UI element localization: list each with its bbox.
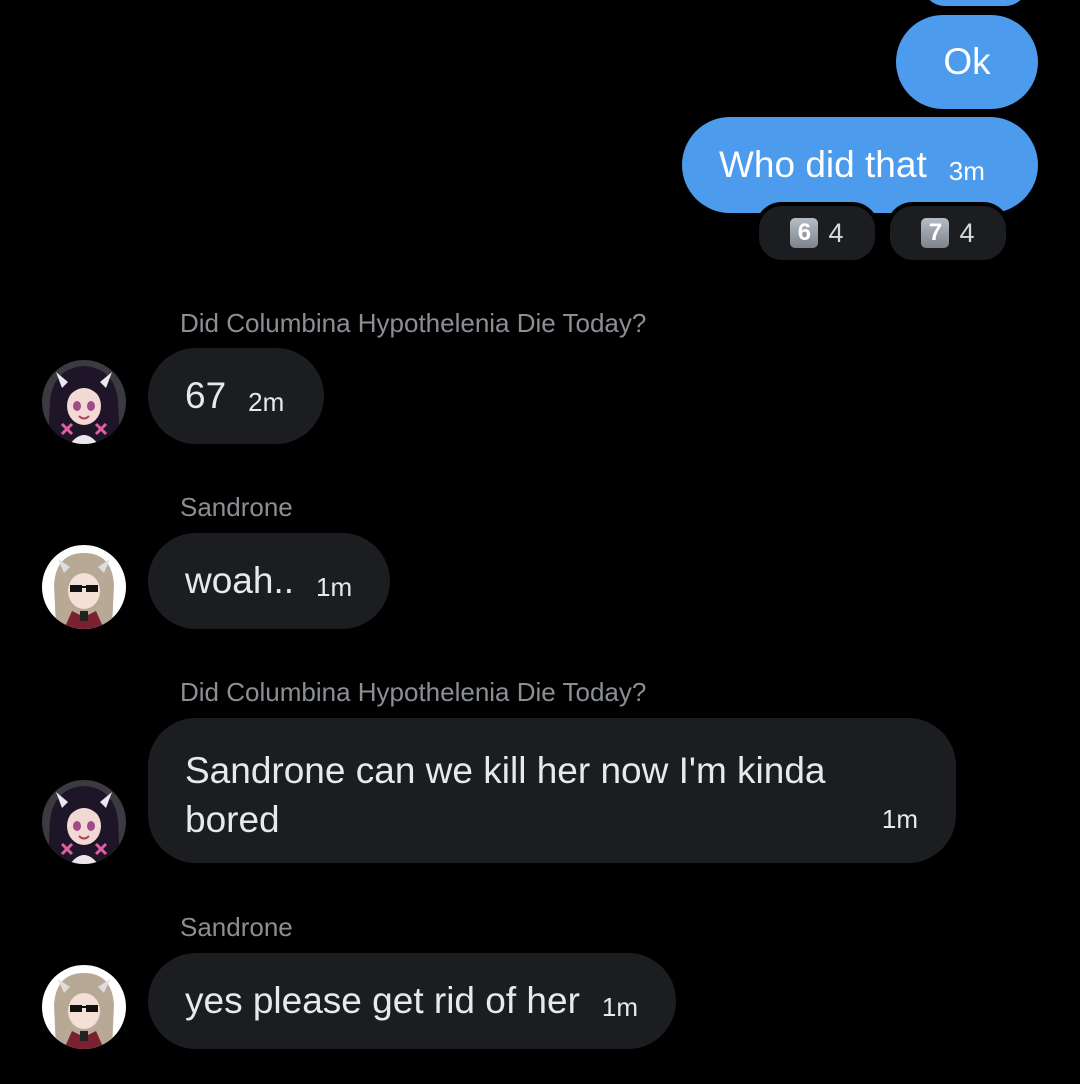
outgoing-message-ok[interactable]: Ok xyxy=(896,15,1038,109)
sender-name: Did Columbina Hypothelenia Die Today? xyxy=(180,308,647,338)
message-timestamp: 1m xyxy=(316,571,353,602)
sender-name: Sandrone xyxy=(180,912,293,942)
reaction-chip-6[interactable]: 6 4 xyxy=(755,202,879,264)
message-text: Sandrone can we kill her now I'm kinda b… xyxy=(185,750,826,840)
avatar-sandrone[interactable] xyxy=(42,965,126,1049)
sender-name: Did Columbina Hypothelenia Die Today? xyxy=(180,677,647,707)
keycap-7-icon: 7 xyxy=(921,218,950,248)
message-timestamp: 1m xyxy=(881,804,918,834)
previous-message-bubble[interactable] xyxy=(922,0,1028,6)
incoming-message[interactable]: 67 2m xyxy=(148,348,324,444)
incoming-message[interactable]: Sandrone can we kill her now I'm kinda b… xyxy=(148,718,956,863)
avatar-columbina-image xyxy=(42,780,126,864)
avatar-sandrone[interactable] xyxy=(42,545,126,629)
reaction-count: 4 xyxy=(828,217,844,248)
avatar-columbina[interactable] xyxy=(42,360,126,444)
message-timestamp: 1m xyxy=(601,991,639,1022)
message-text: Ok xyxy=(943,41,991,82)
avatar-columbina-image xyxy=(42,360,126,444)
message-text: Who did that xyxy=(719,144,927,185)
message-timestamp: 3m xyxy=(948,155,985,186)
avatar-sandrone-image xyxy=(42,965,126,1049)
message-text: 67 xyxy=(185,375,227,416)
sender-name: Sandrone xyxy=(180,492,293,522)
message-timestamp: 2m xyxy=(248,386,285,417)
incoming-message[interactable]: yes please get rid of her 1m xyxy=(148,953,676,1049)
message-text: yes please get rid of her xyxy=(185,980,580,1021)
incoming-message[interactable]: woah.. 1m xyxy=(148,533,390,629)
avatar-sandrone-image xyxy=(42,545,126,629)
outgoing-message[interactable]: Who did that 3m xyxy=(682,117,1038,213)
reaction-count: 4 xyxy=(959,217,975,248)
message-text: woah.. xyxy=(185,560,295,601)
avatar-columbina[interactable] xyxy=(42,780,126,864)
reaction-chip-7[interactable]: 7 4 xyxy=(886,202,1010,264)
keycap-6-icon: 6 xyxy=(790,218,819,248)
